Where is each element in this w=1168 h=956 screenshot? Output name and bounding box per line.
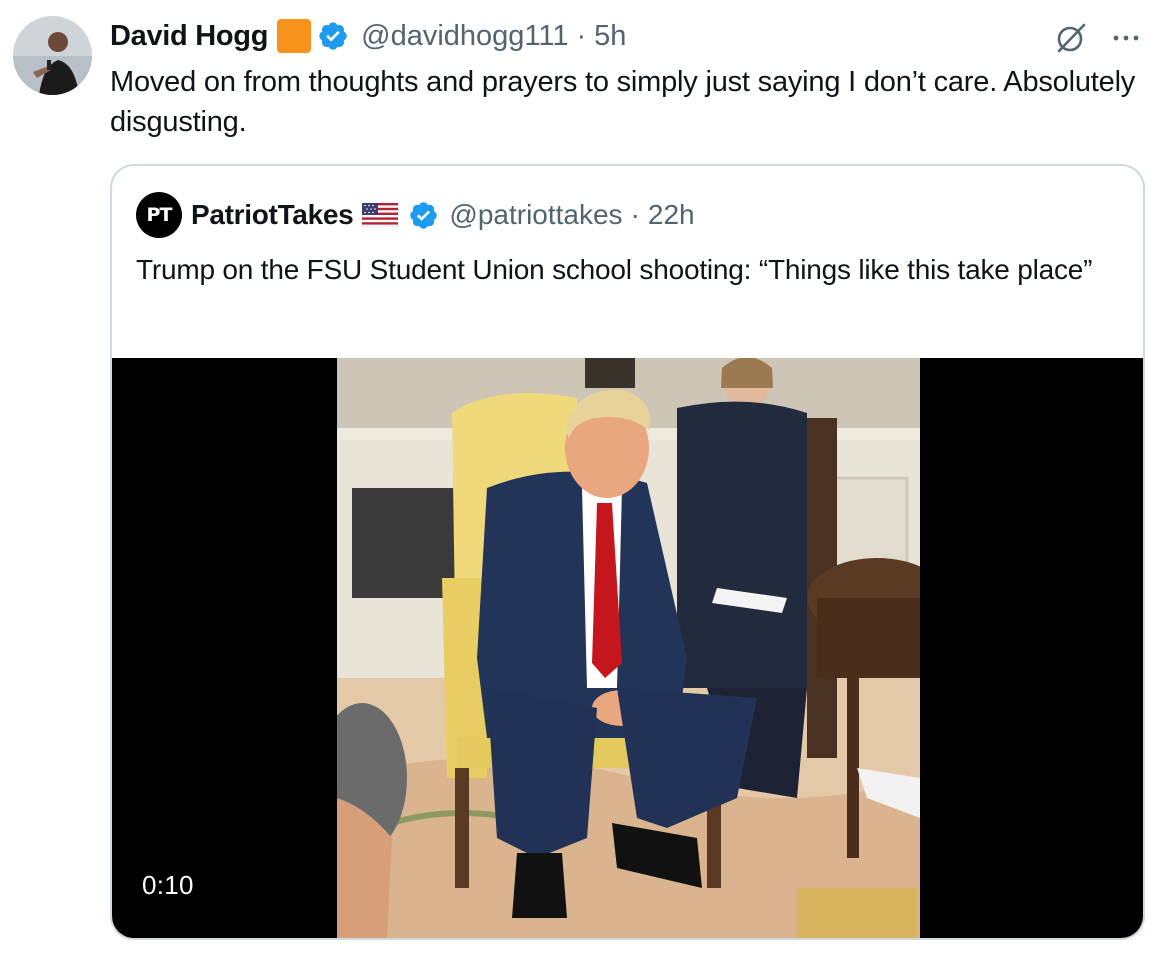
author-handle[interactable]: @davidhogg111	[361, 20, 568, 53]
quoted-author-avatar[interactable]: PT	[136, 192, 182, 238]
quoted-tweet-timestamp[interactable]: 22h	[648, 199, 695, 231]
more-options-icon[interactable]	[1108, 20, 1144, 56]
separator-dot: ·	[630, 199, 640, 230]
quoted-tweet[interactable]: PT PatriotTakes @patriottakes · 22h Trum…	[110, 164, 1145, 940]
tweet-text: Moved on from thoughts and prayers to si…	[110, 66, 1136, 138]
grok-icon[interactable]	[1053, 20, 1089, 56]
quoted-author-display-name[interactable]: PatriotTakes	[191, 199, 354, 231]
quoted-tweet-text: Trump on the FSU Student Union school sh…	[136, 254, 1093, 285]
tweet-header: David Hogg @davidhogg111 · 5h	[110, 18, 626, 54]
separator-dot: ·	[576, 19, 587, 52]
us-flag-icon	[362, 203, 399, 227]
tweet: David Hogg @davidhogg111 · 5h Moved on f…	[0, 0, 1168, 956]
author-display-name[interactable]: David Hogg	[110, 20, 268, 53]
video-thumbnail[interactable]	[337, 358, 920, 938]
quoted-tweet-header: PT PatriotTakes @patriottakes · 22h	[136, 192, 695, 238]
verified-badge-icon	[319, 22, 347, 50]
author-avatar[interactable]	[13, 16, 92, 95]
video-duration: 0:10	[142, 870, 194, 900]
video-player[interactable]: 0:10	[112, 358, 1143, 938]
verified-badge-icon	[410, 201, 438, 229]
tweet-timestamp[interactable]: 5h	[594, 20, 626, 53]
quoted-author-handle[interactable]: @patriottakes	[449, 199, 622, 231]
affiliate-badge-icon	[277, 19, 312, 53]
